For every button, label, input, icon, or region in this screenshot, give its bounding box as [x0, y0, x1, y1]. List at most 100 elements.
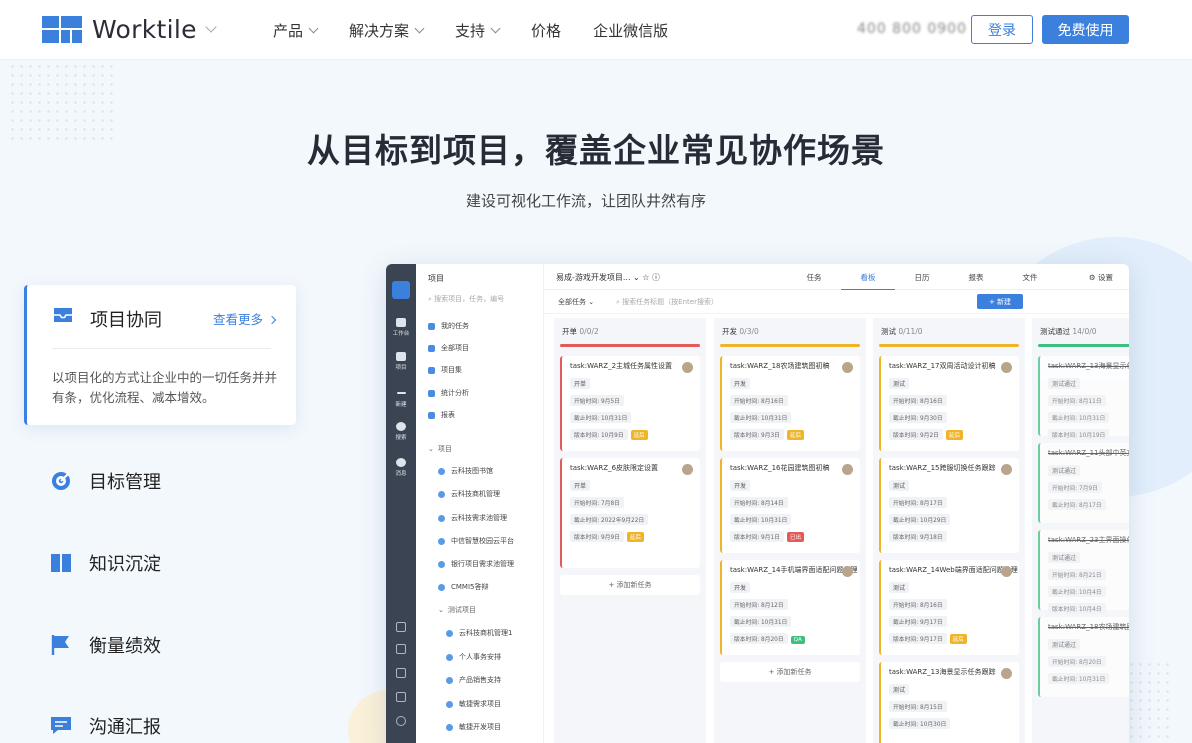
avatar[interactable]	[1001, 566, 1012, 577]
tag-badge[interactable]: 延后	[945, 430, 963, 440]
status-badge[interactable]: 开单	[570, 378, 591, 389]
sidebar-item-project[interactable]: 个人事务安排	[446, 652, 501, 662]
tab-tasks[interactable]: 任务	[787, 272, 841, 290]
tag-badge[interactable]: QA	[790, 636, 805, 644]
sidebar-item-project[interactable]: 敏捷开发项目	[446, 722, 501, 732]
task-card[interactable]: task:WARZ_14手机端界面适配问题处理 开发 开始时间: 8月12日 截止时间…	[720, 560, 860, 655]
rail-item-search[interactable]: 搜索	[386, 422, 416, 441]
status-badge[interactable]: 测试	[889, 480, 910, 491]
free-trial-button[interactable]: 免费使用	[1042, 15, 1129, 44]
calendar-icon[interactable]	[396, 622, 406, 632]
avatar[interactable]	[842, 362, 853, 373]
cube-icon[interactable]	[396, 692, 406, 702]
avatar[interactable]	[1001, 362, 1012, 373]
rail-item-workbench[interactable]: 工作台	[386, 318, 416, 337]
sidebar-subgroup[interactable]: ⌄ 测试项目	[438, 605, 476, 615]
new-task-button[interactable]: + 新建	[977, 294, 1023, 309]
sidebar-item-all-projects[interactable]: 全部项目	[428, 343, 469, 353]
help-icon[interactable]	[396, 716, 406, 726]
avatar[interactable]	[682, 464, 693, 475]
sidebar-item-project[interactable]: CMMI5答辩	[438, 582, 489, 592]
file-icon[interactable]	[396, 668, 406, 678]
sidebar-item-project[interactable]: 云科技图书馆	[438, 466, 493, 476]
task-card[interactable]: task:WARZ_14Web端界面适配问题处理 测试 开始时间: 8月16日 截止时…	[879, 560, 1019, 655]
avatar[interactable]	[1001, 668, 1012, 679]
status-badge[interactable]: 测试通过	[1048, 378, 1081, 389]
status-badge[interactable]: 开发	[730, 480, 751, 491]
sidebar-item-project[interactable]: 银行项目需求池管理	[438, 559, 514, 569]
task-card[interactable]: task:WARZ_16花园建筑图初稿 开发 开始时间: 8月14日 截止时间: 10…	[720, 458, 860, 553]
tag-badge[interactable]: 延后	[949, 634, 967, 644]
task-card[interactable]: task:WARZ_11头部中英文 测试通过 开始时间: 7月9日 截止时间: 8月1…	[1038, 443, 1129, 523]
avatar[interactable]	[842, 566, 853, 577]
menu-item-support[interactable]: 支持	[455, 20, 501, 41]
tag-badge[interactable]: 延后	[630, 430, 648, 440]
tag-badge[interactable]: 延后	[626, 532, 644, 542]
tag-badge[interactable]: 已出	[786, 532, 804, 542]
logo[interactable]: Worktile	[42, 15, 217, 44]
tab-files[interactable]: 文件	[1003, 272, 1057, 290]
add-task-button[interactable]: + 添加新任务	[560, 575, 700, 595]
sidebar-item-project[interactable]: 云科技需求池管理	[438, 513, 507, 523]
folder-icon[interactable]	[396, 644, 406, 654]
status-badge[interactable]: 测试	[889, 378, 910, 389]
add-task-button[interactable]: + 添加新任务	[720, 662, 860, 682]
task-card[interactable]: task:WARZ_17双周活动设计初稿 测试 开始时间: 8月16日 截止时间: 9…	[879, 356, 1019, 451]
project-name[interactable]: 易成-游戏开发项目... ⌄ ☆ ⓘ	[556, 272, 660, 283]
sidebar-item-project-set[interactable]: 项目集	[428, 365, 462, 375]
rail-item-new[interactable]: 新建	[386, 388, 416, 408]
sidebar-item-project[interactable]: 中信智慧校园云平台	[438, 536, 514, 546]
task-card[interactable]: task:WARZ_23主界面操作 测试通过 开始时间: 8月21日 截止时间: 10…	[1038, 530, 1129, 614]
filter-dropdown[interactable]: 全部任务 ⌄	[558, 297, 594, 307]
task-card[interactable]: task:WARZ_2主城任务属性设置 开单 开始时间: 9月5日 截止时间: 10月…	[560, 356, 700, 451]
sidebar-item-reports[interactable]: 报表	[428, 410, 455, 420]
task-search-input[interactable]: ⌕ 搜索任务标题（按Enter搜索）	[616, 297, 718, 307]
feature-item-communication[interactable]: 沟通汇报	[50, 713, 161, 739]
menu-item-solutions[interactable]: 解决方案	[349, 20, 425, 41]
sidebar-item-project[interactable]: 云科技商机管理	[438, 489, 500, 499]
avatar[interactable]	[842, 464, 853, 475]
divider	[52, 348, 271, 349]
avatar[interactable]	[1001, 464, 1012, 475]
rail-item-projects[interactable]: 项目	[386, 352, 416, 371]
task-card[interactable]: task:WARZ_6皮肤限定设置 开单 开始时间: 7月8日 截止时间: 2022年…	[560, 458, 700, 568]
sidebar-group-projects[interactable]: ⌄ 项目	[428, 444, 452, 454]
see-more-link[interactable]: 查看更多	[213, 309, 277, 328]
status-badge[interactable]: 开发	[730, 378, 751, 389]
settings-button[interactable]: ⚙ 设置	[1089, 272, 1113, 283]
login-button[interactable]: 登录	[971, 15, 1033, 44]
task-card[interactable]: task:WARZ_15跨服切换任务跟踪 测试 开始时间: 8月17日 截止时间: 1…	[879, 458, 1019, 553]
chevron-down-icon[interactable]	[205, 20, 217, 33]
status-badge[interactable]: 测试通过	[1048, 639, 1081, 650]
rail-item-messages[interactable]: 消息	[386, 458, 416, 477]
avatar[interactable]	[682, 362, 693, 373]
status-badge[interactable]: 测试	[889, 582, 910, 593]
tab-reports[interactable]: 报表	[949, 272, 1003, 290]
tag-badge[interactable]: 延后	[786, 430, 804, 440]
feature-item-goals[interactable]: 目标管理	[50, 468, 161, 494]
status-badge[interactable]: 测试	[889, 684, 910, 695]
menu-item-pricing[interactable]: 价格	[531, 20, 561, 41]
version-date: 版本时间: 8月20日	[730, 633, 788, 644]
feature-item-performance[interactable]: 衡量绩效	[50, 632, 161, 658]
sidebar-item-project[interactable]: 敏捷需求项目	[446, 699, 501, 709]
feature-card-active[interactable]: 项目协同 查看更多 以项目化的方式让企业中的一切任务并并有条，优化流程、减本增效…	[24, 285, 296, 425]
sidebar-item-stats[interactable]: 统计分析	[428, 388, 469, 398]
task-card[interactable]: task:WARZ_18农场建筑图 测试通过 开始时间: 8月20日 截止时间: 10…	[1038, 617, 1129, 697]
status-badge[interactable]: 测试通过	[1048, 552, 1081, 563]
status-badge[interactable]: 开发	[730, 582, 751, 593]
sidebar-item-project[interactable]: 产品销售支持	[446, 675, 501, 685]
menu-item-wecom[interactable]: 企业微信版	[593, 20, 668, 41]
feature-item-knowledge[interactable]: 知识沉淀	[50, 550, 161, 576]
sidebar-item-project[interactable]: 云科技商机管理1	[446, 628, 512, 638]
status-badge[interactable]: 开单	[570, 480, 591, 491]
task-card[interactable]: task:WARZ_18农场建筑图初稿 开发 开始时间: 8月16日 截止时间: 10…	[720, 356, 860, 451]
tab-board[interactable]: 看板	[841, 272, 895, 290]
tab-calendar[interactable]: 日历	[895, 272, 949, 290]
status-badge[interactable]: 测试通过	[1048, 465, 1081, 476]
task-card[interactable]: task:WARZ_13海景显示任务测试通过开始时间: 8月11日截止时间: 1…	[1038, 356, 1129, 440]
task-card[interactable]: task:WARZ_13海景显示任务跟踪 测试 开始时间: 8月15日 截止时间: 1…	[879, 662, 1019, 743]
sidebar-item-my-tasks[interactable]: 我的任务	[428, 321, 469, 331]
sidebar-search-input[interactable]: ⌕ 搜索项目，任务，编号	[428, 294, 536, 304]
menu-item-product[interactable]: 产品	[273, 20, 319, 41]
